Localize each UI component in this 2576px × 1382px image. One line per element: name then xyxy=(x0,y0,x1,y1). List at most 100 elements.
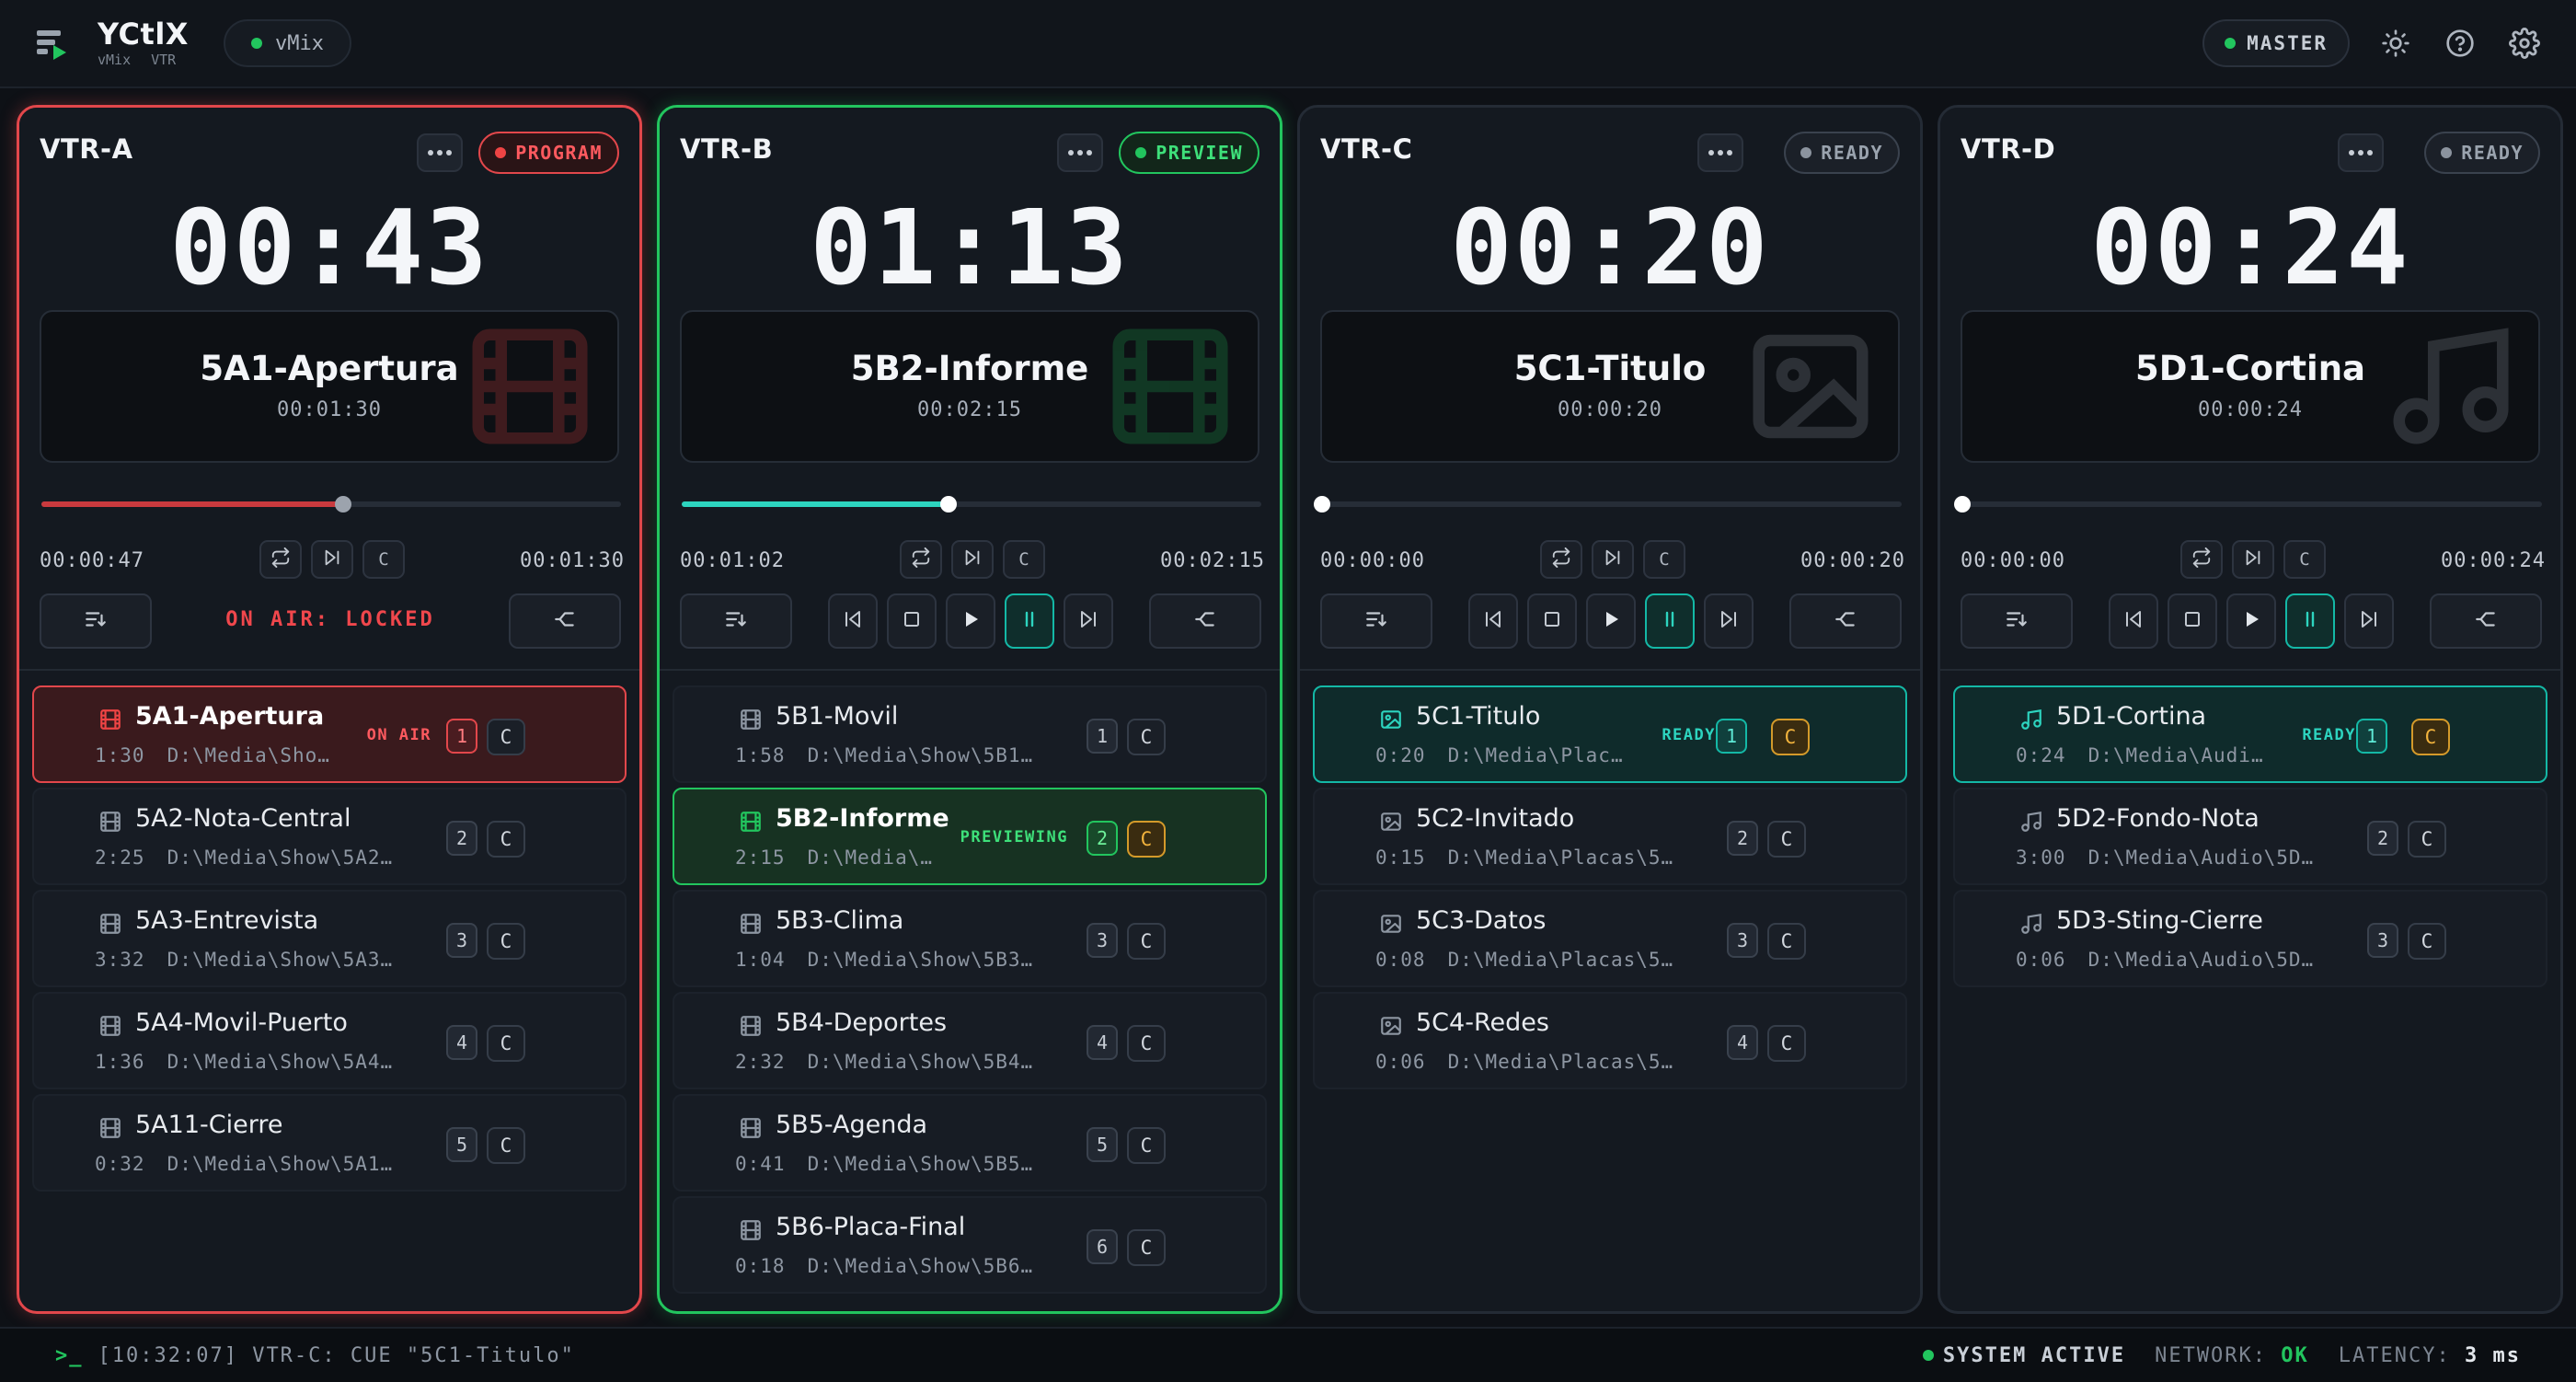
item-index-badge[interactable]: 3 xyxy=(446,923,477,958)
cue-button[interactable]: C xyxy=(487,923,525,960)
cue-mode-button[interactable]: C xyxy=(1643,540,1685,579)
cue-button[interactable]: C xyxy=(2411,719,2450,755)
item-index-badge[interactable]: 4 xyxy=(446,1025,477,1060)
item-index-badge[interactable]: 1 xyxy=(446,719,477,754)
cue-button[interactable]: C xyxy=(487,1025,525,1062)
playlist-item[interactable]: 5B3-Clima 1:04 D:\Media\Show\5B3… 3 C xyxy=(673,890,1267,987)
cue-button[interactable]: C xyxy=(2408,821,2446,858)
cut-to-program-button[interactable] xyxy=(1789,593,1902,649)
playlist-item[interactable]: 5B1-Movil 1:58 D:\Media\Show\5B1… 1 C xyxy=(673,685,1267,783)
playlist-item[interactable]: 5C4-Redes 0:06 D:\Media\Placas\5… 4 C xyxy=(1313,992,1907,1089)
cue-button[interactable]: C xyxy=(2408,923,2446,960)
vmix-connection-pill[interactable]: vMix xyxy=(223,19,351,67)
cue-button[interactable]: C xyxy=(1127,1229,1166,1266)
next-button[interactable] xyxy=(1064,593,1113,649)
play-button[interactable] xyxy=(2226,593,2276,649)
loop-button[interactable] xyxy=(1540,540,1582,579)
cue-button[interactable]: C xyxy=(1127,719,1166,755)
item-index-badge[interactable]: 3 xyxy=(2367,923,2398,958)
pause-button[interactable] xyxy=(1645,593,1695,649)
playlist-item[interactable]: 5C1-Titulo 0:20 D:\Media\Plac… READY 1 C xyxy=(1313,685,1907,783)
auto-next-button[interactable] xyxy=(1592,540,1634,579)
item-index-badge[interactable]: 2 xyxy=(1727,821,1758,856)
cue-button[interactable]: C xyxy=(1767,821,1806,858)
stop-button[interactable] xyxy=(887,593,937,649)
playlist-mode-button[interactable] xyxy=(1961,593,2073,649)
pause-button[interactable] xyxy=(2285,593,2335,649)
auto-next-button[interactable] xyxy=(951,540,994,579)
playback-scrubber[interactable] xyxy=(682,496,1261,512)
cue-button[interactable]: C xyxy=(1127,1025,1166,1062)
item-index-badge[interactable]: 2 xyxy=(1087,821,1118,856)
playlist-item[interactable]: 5D2-Fondo-Nota 3:00 D:\Media\Audio\5D… 2 … xyxy=(1953,788,2547,885)
more-options-button[interactable] xyxy=(1057,133,1103,172)
playlist-mode-button[interactable] xyxy=(680,593,792,649)
item-index-badge[interactable]: 1 xyxy=(2356,719,2387,754)
playlist-item[interactable]: 5A3-Entrevista 3:32 D:\Media\Show\5A3… 3 … xyxy=(32,890,627,987)
item-index-badge[interactable]: 3 xyxy=(1087,923,1118,958)
auto-next-button[interactable] xyxy=(311,540,353,579)
item-index-badge[interactable]: 1 xyxy=(1716,719,1747,754)
cue-mode-button[interactable]: C xyxy=(1003,540,1045,579)
item-index-badge[interactable]: 2 xyxy=(446,821,477,856)
loop-button[interactable] xyxy=(900,540,942,579)
play-button[interactable] xyxy=(946,593,995,649)
help-icon[interactable] xyxy=(2442,25,2478,62)
cut-to-program-button[interactable] xyxy=(509,593,621,649)
stop-button[interactable] xyxy=(2168,593,2217,649)
stop-button[interactable] xyxy=(1527,593,1577,649)
playlist-item[interactable]: 5C3-Datos 0:08 D:\Media\Placas\5… 3 C xyxy=(1313,890,1907,987)
cue-button[interactable]: C xyxy=(1127,923,1166,960)
playlist-item[interactable]: 5B4-Deportes 2:32 D:\Media\Show\5B4… 4 C xyxy=(673,992,1267,1089)
cue-button[interactable]: C xyxy=(487,1127,525,1164)
playlist-item[interactable]: 5B5-Agenda 0:41 D:\Media\Show\5B5… 5 C xyxy=(673,1094,1267,1192)
playback-scrubber[interactable] xyxy=(1954,496,2542,512)
item-index-badge[interactable]: 3 xyxy=(1727,923,1758,958)
playback-scrubber[interactable] xyxy=(1314,496,1902,512)
next-button[interactable] xyxy=(2344,593,2394,649)
scrubber-handle[interactable] xyxy=(334,496,351,512)
playlist-item[interactable]: 5B2-Informe 2:15 D:\Media\… PREVIEWING 2 … xyxy=(673,788,1267,885)
cue-button[interactable]: C xyxy=(487,719,525,755)
playlist-item[interactable]: 5A2-Nota-Central 2:25 D:\Media\Show\5A2… … xyxy=(32,788,627,885)
item-index-badge[interactable]: 5 xyxy=(446,1127,477,1162)
playlist-item[interactable]: 5C2-Invitado 0:15 D:\Media\Placas\5… 2 C xyxy=(1313,788,1907,885)
cue-button[interactable]: C xyxy=(1767,1025,1806,1062)
item-index-badge[interactable]: 6 xyxy=(1087,1229,1118,1264)
previous-button[interactable] xyxy=(828,593,878,649)
settings-gear-icon[interactable] xyxy=(2506,25,2543,62)
more-options-button[interactable] xyxy=(2338,133,2384,172)
playlist-mode-button[interactable] xyxy=(1320,593,1432,649)
playlist-mode-button[interactable] xyxy=(40,593,152,649)
previous-button[interactable] xyxy=(2109,593,2158,649)
play-button[interactable] xyxy=(1586,593,1636,649)
loop-button[interactable] xyxy=(259,540,302,579)
item-index-badge[interactable]: 4 xyxy=(1727,1025,1758,1060)
auto-next-button[interactable] xyxy=(2232,540,2274,579)
loop-button[interactable] xyxy=(2180,540,2223,579)
cue-button[interactable]: C xyxy=(1127,1127,1166,1164)
scrubber-handle[interactable] xyxy=(939,496,957,512)
master-mode-pill[interactable]: MASTER xyxy=(2202,19,2350,67)
more-options-button[interactable] xyxy=(1697,133,1743,172)
playlist-item[interactable]: 5A1-Apertura 1:30 D:\Media\Sho… ON AIR 1 … xyxy=(32,685,627,783)
item-index-badge[interactable]: 5 xyxy=(1087,1127,1118,1162)
scrubber-handle[interactable] xyxy=(1314,496,1330,512)
playlist-item[interactable]: 5B6-Placa-Final 0:18 D:\Media\Show\5B6… 6… xyxy=(673,1196,1267,1294)
playlist-item[interactable]: 5D3-Sting-Cierre 0:06 D:\Media\Audio\5D… … xyxy=(1953,890,2547,987)
cut-to-program-button[interactable] xyxy=(2430,593,2542,649)
item-index-badge[interactable]: 2 xyxy=(2367,821,2398,856)
item-index-badge[interactable]: 1 xyxy=(1087,719,1118,754)
playlist-item[interactable]: 5D1-Cortina 0:24 D:\Media\Audi… READY 1 C xyxy=(1953,685,2547,783)
scrubber-handle[interactable] xyxy=(1954,496,1971,512)
cue-mode-button[interactable]: C xyxy=(362,540,405,579)
cue-mode-button[interactable]: C xyxy=(2283,540,2326,579)
cue-button[interactable]: C xyxy=(1127,821,1166,858)
item-index-badge[interactable]: 4 xyxy=(1087,1025,1118,1060)
next-button[interactable] xyxy=(1704,593,1754,649)
more-options-button[interactable] xyxy=(417,133,463,172)
playback-scrubber[interactable] xyxy=(41,496,621,512)
previous-button[interactable] xyxy=(1468,593,1518,649)
cue-button[interactable]: C xyxy=(1767,923,1806,960)
playlist-item[interactable]: 5A4-Movil-Puerto 1:36 D:\Media\Show\5A4… … xyxy=(32,992,627,1089)
